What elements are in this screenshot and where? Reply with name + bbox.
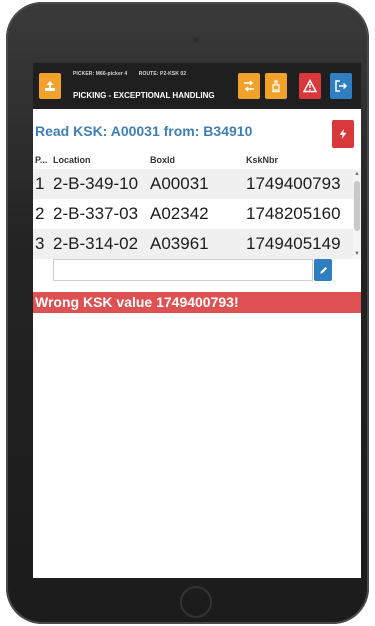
error-message: Wrong KSK value 1749400793! — [33, 292, 361, 313]
upload-box-icon — [45, 81, 55, 91]
home-button[interactable] — [180, 586, 212, 618]
hand-button[interactable] — [265, 73, 287, 99]
table-row[interactable]: 2 2-B-337-03 A02342 1748205160 — [33, 199, 353, 229]
cell-boxid: A02342 — [150, 204, 209, 223]
column-header-boxid: BoxId — [150, 155, 176, 165]
session-meta: PICKER: M66-picker 4 ROUTE: P2-KSK 02 — [73, 71, 196, 77]
cell-location: 2-B-314-02 — [53, 234, 139, 253]
warning-triangle-icon — [303, 79, 317, 93]
scroll-thumb[interactable] — [354, 181, 360, 231]
table-header: P... Location BoxId KskNbr — [33, 155, 361, 169]
read-instruction: Read KSK: A00031 from: B34910 — [35, 123, 253, 139]
tablet-frame: PICKER: M66-picker 4 ROUTE: P2-KSK 02 PI… — [6, 2, 369, 624]
app-logo-button[interactable] — [39, 73, 61, 99]
table-body: 1 2-B-349-10 A00031 1749400793 2 2-B-337… — [33, 169, 353, 259]
column-header-ksknbr: KskNbr — [246, 155, 279, 165]
logout-icon — [335, 80, 348, 92]
cell-location: 2-B-349-10 — [53, 174, 139, 193]
picker-label: PICKER: M66-picker 4 — [73, 71, 128, 77]
front-camera — [192, 36, 200, 44]
route-label: ROUTE: P2-KSK 02 — [138, 71, 187, 77]
table-scrollbar[interactable]: ▲ ▼ — [353, 169, 361, 259]
app-screen: PICKER: M66-picker 4 ROUTE: P2-KSK 02 PI… — [33, 63, 361, 578]
column-header-pos: P... — [35, 155, 48, 165]
cell-pos: 1 — [35, 174, 45, 193]
cell-pos: 2 — [35, 204, 45, 223]
cell-ksknbr: 1748205160 — [246, 204, 341, 223]
column-header-location: Location — [53, 155, 91, 165]
cell-ksknbr: 1749400793 — [246, 174, 341, 193]
cell-ksknbr: 1749405149 — [246, 234, 341, 253]
table-row[interactable]: 1 2-B-349-10 A00031 1749400793 — [33, 169, 353, 199]
pencil-icon — [319, 266, 327, 274]
cell-boxid: A03961 — [150, 234, 209, 253]
edit-button[interactable] — [314, 259, 332, 281]
lightning-icon — [339, 128, 347, 140]
logout-button[interactable] — [330, 73, 352, 99]
cell-pos: 3 — [35, 234, 45, 253]
scroll-down-arrow-icon[interactable]: ▼ — [354, 251, 360, 257]
swap-arrows-icon — [244, 80, 254, 92]
switch-button[interactable] — [238, 73, 260, 99]
warning-button[interactable] — [299, 73, 321, 99]
table-row[interactable]: 3 2-B-314-02 A03961 1749405149 — [33, 229, 353, 259]
hand-up-icon — [272, 80, 280, 93]
page-title: PICKING - EXCEPTIONAL HANDLING — [73, 91, 215, 100]
scroll-up-arrow-icon[interactable]: ▲ — [354, 171, 360, 177]
scan-input[interactable] — [53, 259, 313, 281]
cell-location: 2-B-337-03 — [53, 204, 139, 223]
flash-button[interactable] — [332, 120, 354, 148]
cell-boxid: A00031 — [150, 174, 209, 193]
top-bar: PICKER: M66-picker 4 ROUTE: P2-KSK 02 PI… — [33, 63, 361, 109]
